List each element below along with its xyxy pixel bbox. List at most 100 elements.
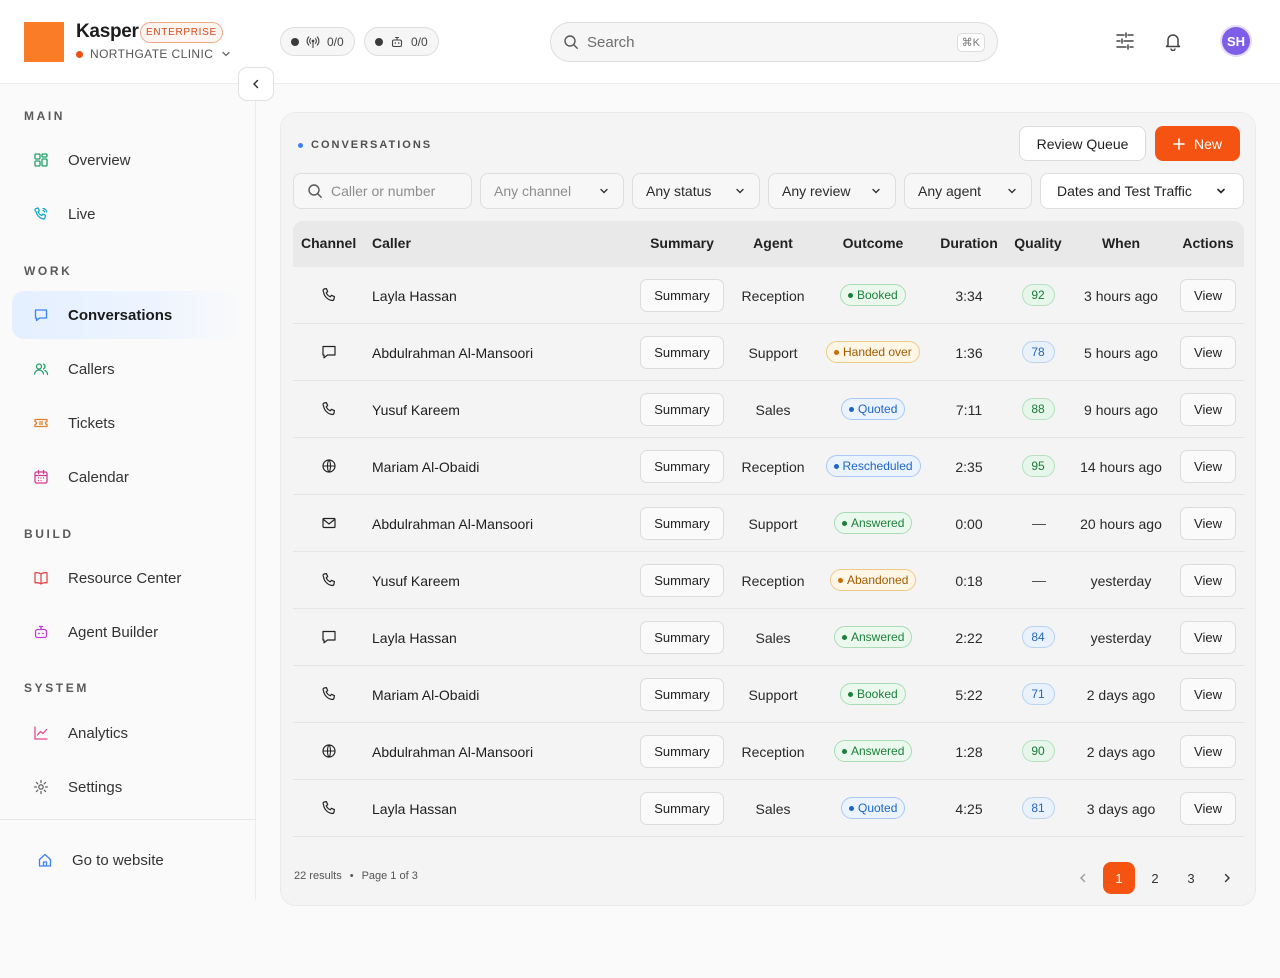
status-filter-value: Any status (646, 183, 712, 199)
sidebar-item-callers[interactable]: Callers (12, 345, 244, 393)
caller-name[interactable]: Abdulrahman Al-Mansoori (372, 345, 533, 361)
caller-name[interactable]: Layla Hassan (372, 288, 457, 304)
when: 20 hours ago (1080, 516, 1162, 532)
column-header-quality: Quality (1014, 235, 1062, 251)
agent-name: Reception (741, 744, 805, 760)
caller-search-input[interactable]: Caller or number (293, 173, 472, 209)
caller-name[interactable]: Abdulrahman Al-Mansoori (372, 744, 533, 760)
status-filter[interactable]: Any status (632, 173, 760, 209)
agent-filter[interactable]: Any agent (904, 173, 1032, 209)
sidebar-item-agent-builder[interactable]: Agent Builder (12, 608, 244, 656)
when: 2 days ago (1086, 687, 1156, 703)
outcome-badge: Booked (840, 683, 906, 705)
summary-button[interactable]: Summary (640, 678, 724, 711)
column-header-caller: Caller (372, 235, 411, 251)
caller-name[interactable]: Layla Hassan (372, 630, 457, 646)
phone-icon (322, 801, 335, 815)
page-button-3[interactable]: 3 (1175, 862, 1207, 894)
view-button[interactable]: View (1180, 279, 1236, 312)
table-row[interactable]: Abdulrahman Al-Mansoori Summary Support … (293, 324, 1244, 381)
sidebar-item-live[interactable]: Live (12, 190, 244, 238)
summary-button[interactable]: Summary (640, 621, 724, 654)
sidebar-item-calendar[interactable]: Calendar (12, 453, 244, 501)
page-button-1[interactable]: 1 (1103, 862, 1135, 894)
outcome-badge: Rescheduled (825, 455, 921, 477)
review-queue-button[interactable]: Review Queue (1019, 126, 1146, 161)
dates-filter[interactable]: Dates and Test Traffic (1040, 173, 1244, 209)
agent-name: Reception (741, 573, 805, 589)
bell-icon[interactable] (1163, 31, 1183, 51)
outcome-badge: Booked (840, 284, 906, 306)
next-page-button[interactable] (1211, 862, 1243, 894)
prev-page-button[interactable] (1067, 862, 1099, 894)
summary-button[interactable]: Summary (640, 564, 724, 597)
search-icon (308, 184, 322, 198)
table-row[interactable]: Yusuf Kareem Summary Reception Abandoned… (293, 552, 1244, 609)
table-row[interactable]: Abdulrahman Al-Mansoori Summary Receptio… (293, 723, 1244, 780)
table-row[interactable]: Layla Hassan Summary Sales Quoted 4:25 8… (293, 780, 1244, 837)
summary-button[interactable]: Summary (640, 792, 724, 825)
sidebar-item-conversations[interactable]: Conversations (12, 291, 244, 339)
channel-cell (321, 515, 337, 531)
view-button[interactable]: View (1180, 564, 1236, 597)
view-button[interactable]: View (1180, 735, 1236, 768)
section-title-build: BUILD (24, 527, 74, 541)
outcome-dot (842, 748, 847, 754)
view-button[interactable]: View (1180, 336, 1236, 369)
summary-button[interactable]: Summary (640, 336, 724, 369)
conversations-table: Channel Caller Summary Agent Outcome Dur… (293, 221, 1244, 837)
collapse-sidebar-button[interactable] (238, 67, 274, 101)
summary-button[interactable]: Summary (640, 735, 724, 768)
table-row[interactable]: Yusuf Kareem Summary Sales Quoted 7:11 8… (293, 381, 1244, 438)
chevron-down-icon (222, 51, 230, 57)
summary-button[interactable]: Summary (640, 450, 724, 483)
sliders-icon[interactable] (1115, 31, 1135, 51)
global-search[interactable]: Search ⌘K (550, 22, 998, 62)
table-row[interactable]: Mariam Al-Obaidi Summary Reception Resch… (293, 438, 1244, 495)
view-button[interactable]: View (1180, 678, 1236, 711)
summary-button[interactable]: Summary (640, 279, 724, 312)
live-calls-stat[interactable]: 0/0 (280, 27, 355, 56)
review-filter[interactable]: Any review (768, 173, 896, 209)
table-row[interactable]: Mariam Al-Obaidi Summary Support Booked … (293, 666, 1244, 723)
caller-name[interactable]: Layla Hassan (372, 801, 457, 817)
search-placeholder: Search (587, 33, 635, 51)
when: 5 hours ago (1084, 345, 1158, 361)
channel-filter[interactable]: Any channel (480, 173, 624, 209)
sidebar-item-analytics[interactable]: Analytics (12, 709, 244, 757)
dates-filter-value: Dates and Test Traffic (1057, 183, 1192, 199)
quality-badge: 81 (1021, 797, 1055, 819)
summary-button[interactable]: Summary (640, 507, 724, 540)
caller-name[interactable]: Mariam Al-Obaidi (372, 687, 479, 703)
view-button[interactable]: View (1180, 621, 1236, 654)
table-row[interactable]: Layla Hassan Summary Reception Booked 3:… (293, 267, 1244, 324)
caller-name[interactable]: Yusuf Kareem (372, 573, 460, 589)
view-button[interactable]: View (1180, 507, 1236, 540)
quality-empty: — (1032, 572, 1046, 588)
table-row[interactable]: Abdulrahman Al-Mansoori Summary Support … (293, 495, 1244, 552)
sidebar-item-tickets[interactable]: Tickets (12, 399, 244, 447)
section-title-main: MAIN (24, 109, 66, 123)
caller-name[interactable]: Yusuf Kareem (372, 402, 460, 418)
caller-name[interactable]: Mariam Al-Obaidi (372, 459, 479, 475)
channel-cell (321, 629, 337, 645)
summary-button[interactable]: Summary (640, 393, 724, 426)
view-button[interactable]: View (1180, 792, 1236, 825)
table-row[interactable]: Layla Hassan Summary Sales Answered 2:22… (293, 609, 1244, 666)
channel-cell (321, 572, 337, 588)
go-to-website-link[interactable]: Go to website (12, 836, 244, 884)
page-button-2[interactable]: 2 (1139, 862, 1171, 894)
quality-badge: 90 (1021, 740, 1055, 762)
chart-icon (34, 726, 48, 740)
agents-stat[interactable]: 0/0 (364, 27, 439, 56)
sidebar-item-resource-center[interactable]: Resource Center (12, 554, 244, 602)
caller-name[interactable]: Abdulrahman Al-Mansoori (372, 516, 533, 532)
sidebar-item-overview[interactable]: Overview (12, 136, 244, 184)
view-button[interactable]: View (1180, 393, 1236, 426)
sidebar-item-settings[interactable]: Settings (12, 763, 244, 811)
new-conversation-button[interactable]: New (1155, 126, 1240, 161)
radio-tower-icon (306, 35, 320, 48)
org-switcher[interactable]: NORTHGATE CLINIC (76, 47, 231, 61)
avatar[interactable]: SH (1222, 27, 1250, 55)
view-button[interactable]: View (1180, 450, 1236, 483)
